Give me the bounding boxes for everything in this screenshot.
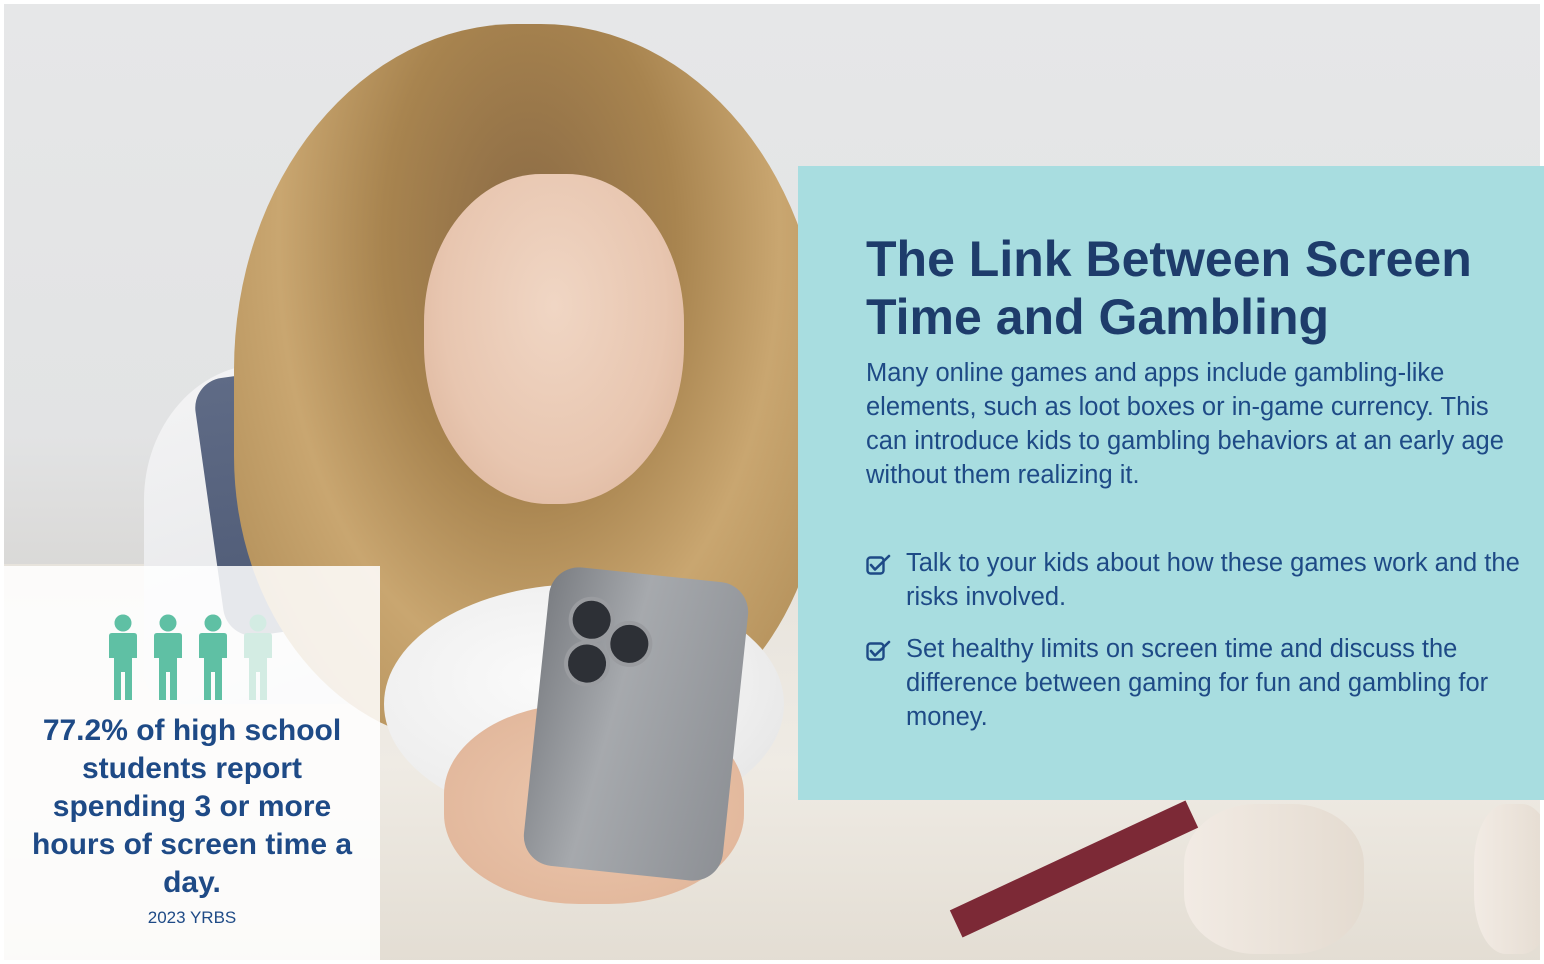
tip-item: Talk to your kids about how these games … — [866, 546, 1526, 614]
headphones — [1184, 804, 1364, 954]
stat-panel: 77.2% of high school students report spe… — [4, 566, 380, 964]
tip-text: Talk to your kids about how these games … — [906, 549, 1520, 611]
face — [424, 174, 684, 504]
headphones — [1474, 804, 1540, 954]
infographic: The Link Between Screen Time and Gamblin… — [0, 0, 1544, 964]
people-icon — [109, 614, 272, 700]
checkbox-icon — [866, 554, 891, 575]
panel-intro: Many online games and apps include gambl… — [866, 359, 1504, 489]
smartphone — [520, 564, 752, 884]
stat-source: 2023 YRBS — [147, 908, 237, 927]
camera-lens — [561, 638, 613, 689]
tips-list: Talk to your kids about how these games … — [866, 546, 1526, 752]
stat-text: 77.2% of high school students report spe… — [31, 714, 353, 899]
panel-title: The Link Between Screen Time and Gamblin… — [866, 231, 1472, 345]
info-panel: The Link Between Screen Time and Gamblin… — [798, 166, 1544, 800]
checkbox-icon — [866, 640, 891, 661]
tip-item: Set healthy limits on screen time and di… — [866, 632, 1526, 734]
tip-text: Set healthy limits on screen time and di… — [906, 635, 1489, 731]
